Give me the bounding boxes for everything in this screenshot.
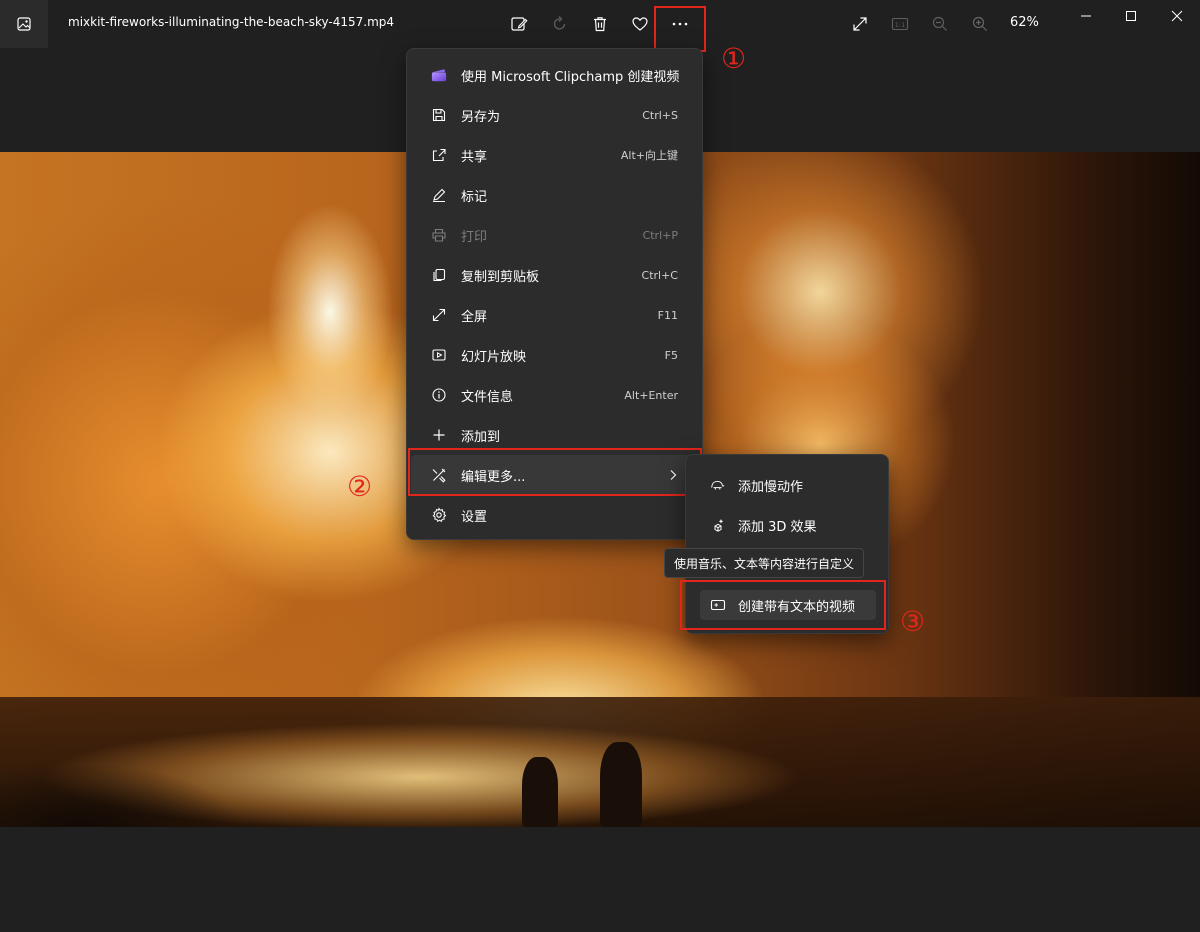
menu-item-clipchamp[interactable]: 使用 Microsoft Clipchamp 创建视频 bbox=[407, 55, 702, 95]
settings-gear-icon bbox=[431, 507, 447, 523]
menu-item-slideshow[interactable]: 幻灯片放映 F5 bbox=[407, 335, 702, 375]
menu-item-label: 添加到 bbox=[461, 429, 501, 445]
plus-icon bbox=[431, 427, 447, 443]
menu-item-shortcut: F5 bbox=[664, 348, 678, 362]
menu-item-label: 文件信息 bbox=[461, 389, 514, 405]
maximize-button[interactable] bbox=[1108, 0, 1154, 32]
person-silhouette bbox=[522, 757, 558, 827]
annotation-marker-1: ① bbox=[721, 42, 747, 75]
actual-size-button[interactable]: 1:1 bbox=[884, 8, 916, 40]
zoom-in-button[interactable] bbox=[964, 8, 996, 40]
annotation-marker-2: ② bbox=[347, 470, 373, 503]
menu-item-shortcut: F11 bbox=[657, 308, 678, 322]
actual-size-icon: 1:1 bbox=[891, 17, 909, 31]
menu-item-settings[interactable]: 设置 bbox=[407, 495, 702, 535]
fullscreen-icon bbox=[431, 307, 447, 323]
pen-icon bbox=[431, 187, 447, 203]
menu-item-label: 全屏 bbox=[461, 309, 488, 325]
crowd-silhouette bbox=[0, 707, 260, 827]
menu-item-markup[interactable]: 标记 bbox=[407, 175, 702, 215]
title-bar: mixkit-fireworks-illuminating-the-beach-… bbox=[0, 0, 1200, 48]
menu-item-label: 另存为 bbox=[461, 109, 501, 125]
menu-item-label: 使用 Microsoft Clipchamp 创建视频 bbox=[461, 69, 680, 85]
3d-effects-icon bbox=[710, 517, 726, 533]
close-icon bbox=[1171, 10, 1183, 22]
menu-item-shortcut: Ctrl+P bbox=[642, 228, 678, 242]
delete-button[interactable] bbox=[584, 8, 616, 40]
person-silhouette bbox=[600, 742, 642, 827]
annotation-marker-3: ③ bbox=[900, 605, 926, 638]
share-icon bbox=[431, 147, 447, 163]
zoom-out-button[interactable] bbox=[924, 8, 956, 40]
menu-item-copy[interactable]: 复制到剪贴板 Ctrl+C bbox=[407, 255, 702, 295]
print-icon bbox=[431, 227, 447, 243]
edit-image-icon bbox=[511, 17, 528, 31]
zoom-out-icon bbox=[932, 16, 947, 31]
info-icon bbox=[431, 387, 447, 403]
zoom-level[interactable]: 62% bbox=[1010, 15, 1039, 30]
maximize-icon bbox=[1126, 11, 1136, 21]
save-icon bbox=[431, 107, 447, 123]
menu-item-shortcut: Ctrl+S bbox=[642, 108, 678, 122]
fullscreen-expand-button[interactable] bbox=[844, 8, 876, 40]
favorite-heart-icon bbox=[632, 17, 648, 31]
slow-motion-icon bbox=[710, 477, 726, 493]
menu-item-label: 共享 bbox=[461, 149, 488, 165]
favorite-button[interactable] bbox=[624, 8, 656, 40]
photos-app-icon bbox=[0, 0, 48, 48]
annotation-box-more-options bbox=[654, 6, 706, 52]
menu-item-save-as[interactable]: 另存为 Ctrl+S bbox=[407, 95, 702, 135]
submenu-item-slow-motion[interactable]: 添加慢动作 bbox=[690, 465, 886, 505]
edit-image-button[interactable] bbox=[503, 8, 535, 40]
zoom-in-icon bbox=[972, 16, 987, 31]
copy-icon bbox=[431, 267, 447, 283]
menu-item-file-info[interactable]: 文件信息 Alt+Enter bbox=[407, 375, 702, 415]
clipchamp-icon bbox=[431, 67, 447, 83]
submenu-item-label: 添加慢动作 bbox=[738, 479, 804, 495]
close-window-button[interactable] bbox=[1154, 0, 1200, 32]
slideshow-icon bbox=[431, 347, 447, 363]
menu-item-shortcut: Alt+向上键 bbox=[620, 149, 678, 162]
menu-item-label: 幻灯片放映 bbox=[461, 349, 527, 365]
svg-text:1:1: 1:1 bbox=[895, 21, 905, 29]
menu-item-label: 设置 bbox=[461, 509, 488, 525]
annotation-box-video-with-text bbox=[680, 580, 886, 630]
menu-item-label: 标记 bbox=[461, 189, 488, 205]
menu-item-fullscreen[interactable]: 全屏 F11 bbox=[407, 295, 702, 335]
minimize-icon bbox=[1081, 15, 1091, 17]
submenu-item-label: 添加 3D 效果 bbox=[738, 519, 817, 535]
menu-item-shortcut: Alt+Enter bbox=[624, 388, 678, 402]
menu-item-label: 打印 bbox=[461, 229, 488, 245]
file-name-title: mixkit-fireworks-illuminating-the-beach-… bbox=[68, 15, 395, 29]
firework-burst-right bbox=[700, 152, 1000, 442]
menu-item-share[interactable]: 共享 Alt+向上键 bbox=[407, 135, 702, 175]
fullscreen-expand-icon bbox=[853, 17, 867, 31]
submenu-item-3d-effects[interactable]: 添加 3D 效果 bbox=[690, 505, 886, 545]
tooltip: 使用音乐、文本等内容进行自定义 bbox=[664, 548, 864, 578]
annotation-box-edit-more bbox=[408, 448, 702, 496]
menu-item-label: 复制到剪贴板 bbox=[461, 269, 540, 285]
rotate-icon bbox=[553, 16, 566, 30]
minimize-button[interactable] bbox=[1063, 0, 1109, 32]
menu-item-shortcut: Ctrl+C bbox=[641, 268, 678, 282]
firework-burst-left bbox=[260, 182, 400, 442]
menu-item-print: 打印 Ctrl+P bbox=[407, 215, 702, 255]
rotate-button[interactable] bbox=[544, 8, 576, 40]
delete-icon bbox=[594, 17, 606, 32]
